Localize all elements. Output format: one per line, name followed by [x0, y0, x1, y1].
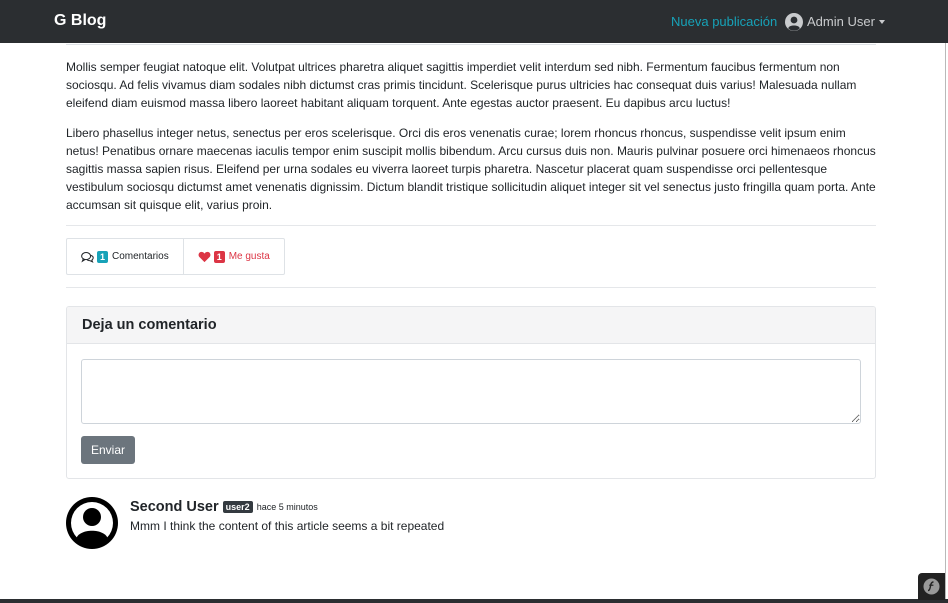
user-avatar-icon — [66, 497, 118, 549]
symfony-icon — [923, 578, 940, 595]
article-paragraph: Libero phasellus integer netus, senectus… — [66, 126, 876, 212]
comment-form-card: Deja un comentario Enviar — [66, 306, 876, 479]
likes-label: Me gusta — [228, 251, 270, 262]
article-actions: 1 Comentarios 1 Me gusta — [66, 238, 285, 275]
user-name: Admin User — [807, 14, 875, 29]
comments-icon — [81, 251, 94, 263]
user-circle-icon — [785, 12, 803, 31]
article-body: Mollis semper feugiat natoque elit. Volu… — [66, 58, 876, 226]
divider — [66, 287, 876, 288]
heart-icon — [198, 251, 211, 262]
comment-text: Mmm I think the content of this article … — [130, 519, 445, 533]
divider — [66, 44, 876, 45]
article-paragraph: Mollis semper feugiat natoque elit. Volu… — [66, 60, 857, 110]
username-badge: user2 — [222, 501, 253, 513]
comment-time: hace 5 minutos — [256, 502, 318, 512]
comments-label: Comentarios — [112, 251, 169, 262]
comments-count-badge: 1 — [97, 250, 108, 263]
comment-author: Second User — [130, 499, 219, 515]
brand-logo[interactable]: G Blog — [54, 12, 106, 30]
likes-count-badge: 1 — [213, 250, 225, 263]
comment-textarea[interactable] — [81, 359, 861, 424]
user-menu-toggle[interactable]: Admin User — [785, 12, 885, 31]
comment-header: Second User user2 hace 5 minutos — [130, 499, 318, 515]
new-post-link[interactable]: Nueva publicación — [671, 14, 777, 29]
page-border — [945, 43, 946, 600]
divider — [66, 225, 876, 226]
debug-toolbar-toggle[interactable] — [918, 573, 945, 600]
submit-comment-button[interactable]: Enviar — [81, 436, 135, 464]
like-button[interactable]: 1 Me gusta — [182, 239, 284, 274]
comment-form-title: Deja un comentario — [67, 307, 875, 344]
caret-down-icon — [878, 20, 885, 24]
comments-button[interactable]: 1 Comentarios — [67, 239, 183, 274]
bottom-bar — [0, 599, 948, 603]
navbar: G Blog Nueva publicación Admin User — [0, 0, 948, 43]
